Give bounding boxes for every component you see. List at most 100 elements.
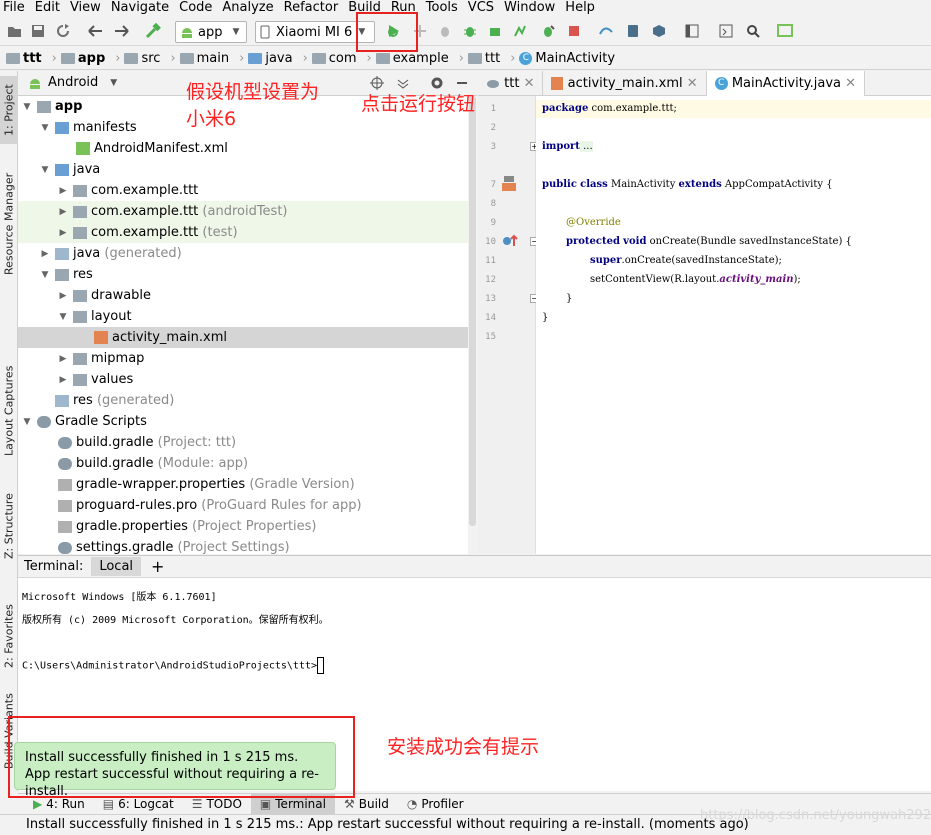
profile-icon[interactable]	[487, 23, 503, 39]
package-folder-icon	[73, 205, 87, 218]
gradle-sync-icon[interactable]	[598, 23, 614, 39]
folder-icon	[248, 52, 263, 64]
menu-edit[interactable]: Edit	[32, 0, 67, 16]
breadcrumb-main[interactable]: main	[179, 51, 229, 66]
folder-icon	[73, 289, 87, 302]
menu-view[interactable]: View	[67, 0, 108, 16]
run-config-label: app	[198, 24, 223, 40]
folder-icon	[311, 52, 326, 64]
avd-manager-icon[interactable]	[625, 23, 641, 39]
menu-analyze[interactable]: Analyze	[219, 0, 280, 16]
stop-icon[interactable]	[566, 23, 582, 39]
tree-item-settings-gradle[interactable]: settings.gradle (Project Settings)	[18, 537, 468, 554]
breadcrumb-example[interactable]: example	[375, 51, 449, 66]
add-terminal-icon[interactable]: +	[151, 557, 164, 576]
tree-item-activity-main-xml[interactable]: activity_main.xml	[18, 327, 468, 348]
layout-inspector-icon[interactable]	[718, 23, 734, 39]
line-number: 3	[490, 142, 496, 152]
search-icon[interactable]	[745, 23, 761, 39]
line-number: 12	[485, 275, 496, 285]
override-method-icon[interactable]	[502, 234, 518, 252]
tab-activity-main-xml[interactable]: activity_main.xml ✕	[543, 71, 707, 96]
code-line: protected void onCreate(Bundle savedInst…	[566, 236, 852, 247]
tree-item-drawable[interactable]: ▶ drawable	[18, 285, 468, 306]
tree-item-package-androidtest[interactable]: ▶ com.example.ttt (androidTest)	[18, 201, 468, 222]
tree-item-gradle-wrapper[interactable]: gradle-wrapper.properties (Gradle Versio…	[18, 474, 468, 495]
tool-tab-layout-captures[interactable]: Layout Captures	[0, 361, 18, 461]
coverage-icon[interactable]	[512, 23, 528, 39]
tool-tab-favorites[interactable]: 2: Favorites	[0, 596, 18, 676]
tree-item-android-manifest[interactable]: AndroidManifest.xml	[18, 138, 468, 159]
tab-mainactivity-java[interactable]: C MainActivity.java ✕	[706, 71, 866, 96]
terminal-header: Terminal: Local +	[18, 555, 931, 578]
cast-screen-icon[interactable]	[777, 23, 793, 39]
project-structure-icon[interactable]	[684, 23, 700, 39]
android-icon	[182, 28, 192, 38]
terminal-title: Terminal:	[24, 559, 84, 574]
debug-bug-icon[interactable]	[437, 23, 453, 39]
chevron-down-icon: ▼	[232, 27, 240, 37]
breadcrumb-src[interactable]: src	[124, 51, 160, 66]
open-folder-icon[interactable]	[6, 23, 22, 39]
activity-gutter-icon[interactable]	[502, 176, 518, 196]
terminal-tab-local[interactable]: Local	[91, 557, 142, 576]
tree-item-layout[interactable]: ▼ layout	[18, 306, 468, 327]
tree-item-values[interactable]: ▶ values	[18, 369, 468, 390]
generated-folder-icon	[55, 247, 69, 260]
menu-window[interactable]: Window	[501, 0, 562, 16]
tree-item-gradle-properties[interactable]: gradle.properties (Project Properties)	[18, 516, 468, 537]
breadcrumb-app[interactable]: app	[60, 51, 105, 66]
menu-code[interactable]: Code	[176, 0, 219, 16]
tree-item-build-gradle-module[interactable]: build.gradle (Module: app)	[18, 453, 468, 474]
close-icon[interactable]: ✕	[687, 76, 698, 91]
back-arrow-icon[interactable]	[87, 23, 103, 39]
tree-item-package[interactable]: ▶ com.example.ttt	[18, 180, 468, 201]
project-view-select[interactable]: Android ▼	[28, 75, 117, 90]
tree-item-package-test[interactable]: ▶ com.example.ttt (test)	[18, 222, 468, 243]
properties-file-icon	[58, 520, 72, 533]
line-number: 8	[490, 199, 496, 209]
tree-item-gradle-scripts[interactable]: ▼ Gradle Scripts	[18, 411, 468, 432]
menu-refactor[interactable]: Refactor	[281, 0, 346, 16]
forward-arrow-icon[interactable]	[113, 23, 129, 39]
close-icon[interactable]: ✕	[524, 76, 535, 91]
breadcrumb-mainactivity[interactable]: C MainActivity	[519, 51, 615, 66]
save-icon[interactable]	[30, 23, 46, 39]
tree-item-mipmap[interactable]: ▶ mipmap	[18, 348, 468, 369]
tree-item-proguard[interactable]: proguard-rules.pro (ProGuard Rules for a…	[18, 495, 468, 516]
menu-help[interactable]: Help	[562, 0, 602, 16]
build-hammer-icon[interactable]	[145, 23, 161, 39]
tree-item-res[interactable]: ▼ res	[18, 264, 468, 285]
folder-icon	[467, 52, 482, 64]
tree-item-res-generated[interactable]: res (generated)	[18, 390, 468, 411]
breadcrumb-ttt-package[interactable]: ttt	[467, 51, 500, 66]
run-config-select[interactable]: app ▼	[175, 21, 247, 43]
tool-tab-project[interactable]: 1: Project	[0, 76, 18, 144]
breadcrumb-ttt[interactable]: ttt	[6, 51, 42, 66]
menu-navigate[interactable]: Navigate	[108, 0, 176, 16]
tree-item-java-generated[interactable]: ▶ java (generated)	[18, 243, 468, 264]
code-line: }	[566, 293, 573, 304]
breadcrumb-com[interactable]: com	[311, 51, 357, 66]
project-view-label: Android	[48, 75, 99, 90]
project-scrollbar-thumb[interactable]	[469, 96, 476, 526]
tree-item-java[interactable]: ▼ java	[18, 159, 468, 180]
menu-vcs[interactable]: VCS	[465, 0, 501, 16]
chevron-down-icon: ▼	[41, 164, 49, 175]
menu-file[interactable]: File	[0, 0, 32, 16]
tool-tab-resource-manager[interactable]: Resource Manager	[0, 166, 18, 281]
sdk-manager-icon[interactable]	[651, 23, 667, 39]
breadcrumb-java[interactable]: java	[248, 51, 293, 66]
debug-bug-green-icon[interactable]	[462, 23, 478, 39]
code-editor[interactable]: package com.example.ttt; import ... publ…	[536, 96, 931, 554]
attach-debugger-icon[interactable]	[540, 23, 556, 39]
tree-item-build-gradle-project[interactable]: build.gradle (Project: ttt)	[18, 432, 468, 453]
close-icon[interactable]: ✕	[845, 76, 856, 91]
tool-tab-structure[interactable]: Z: Structure	[0, 486, 18, 566]
tab-ttt[interactable]: ttt ✕	[478, 71, 544, 96]
menu-tools[interactable]: Tools	[423, 0, 465, 16]
sync-icon[interactable]	[55, 23, 71, 39]
tool-tab-profiler[interactable]: ◔ Profiler	[398, 794, 473, 814]
line-number: 11	[485, 256, 496, 266]
tree-item-manifests[interactable]: ▼ manifests	[18, 117, 468, 138]
